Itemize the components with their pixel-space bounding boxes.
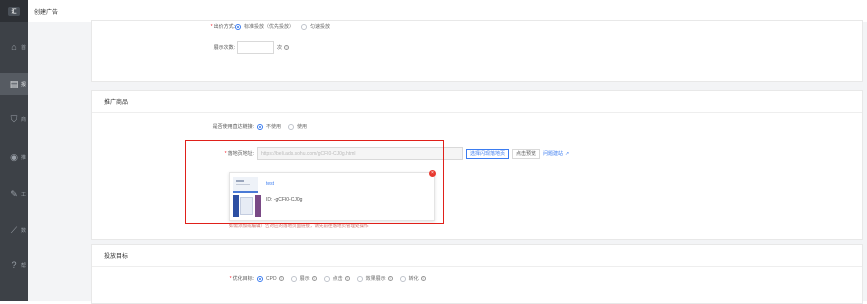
radio-icon bbox=[291, 276, 297, 282]
recreate-link[interactable]: 问题建站 bbox=[543, 150, 563, 157]
use-link-option-no[interactable]: 不使用 bbox=[257, 123, 281, 130]
tool-icon: ✎ bbox=[9, 189, 19, 199]
radio-icon bbox=[324, 276, 330, 282]
top-bar: 创建广告 bbox=[28, 0, 867, 22]
home-icon: ⌂ bbox=[9, 42, 19, 52]
target-card: 投放目标 bbox=[91, 244, 863, 304]
target-section-title: 投放目标 bbox=[92, 245, 862, 267]
radio-checked-icon bbox=[257, 276, 263, 282]
radio-icon bbox=[357, 276, 363, 282]
help-icon[interactable]: ? bbox=[284, 45, 289, 50]
help-icon[interactable]: ? bbox=[388, 276, 393, 281]
sidebar-item-label: 帮 bbox=[21, 262, 26, 269]
sidebar-item-label: 商 bbox=[21, 116, 26, 123]
cart-icon: ⛉ bbox=[9, 114, 19, 124]
help-icon[interactable]: ? bbox=[279, 276, 284, 281]
sidebar-item-label: 工 bbox=[21, 191, 26, 198]
use-link-label: 是否使用直达链接: bbox=[168, 123, 254, 130]
use-link-option-yes[interactable]: 使用 bbox=[288, 123, 307, 130]
highlight-box bbox=[185, 140, 444, 224]
sidebar-item-goods[interactable]: ⛉商 bbox=[0, 108, 28, 130]
sidebar-item-label: 数 bbox=[21, 227, 26, 234]
display-count-unit: 次 bbox=[277, 44, 282, 51]
billing-option-even[interactable]: 匀速投放 bbox=[301, 23, 330, 30]
help-icon: ? bbox=[9, 260, 19, 270]
sidebar-item-data[interactable]: ⟋数 bbox=[0, 219, 28, 241]
sidebar-item-label: 首 bbox=[21, 44, 26, 51]
radio-icon bbox=[288, 124, 294, 130]
display-count-input[interactable] bbox=[237, 41, 274, 54]
promo-section-title: 推广商品 bbox=[92, 91, 862, 113]
report-icon: ▤ bbox=[9, 79, 19, 89]
display-count-label: 展示次数: bbox=[183, 44, 235, 51]
goal-label: *优化目标: bbox=[188, 275, 254, 282]
external-link-icon[interactable]: ↗ bbox=[565, 151, 569, 157]
display-count-row: 展示次数: 次 ? bbox=[183, 41, 289, 54]
billing-method-row: *出价方式: 标准投放（优先投放） 匀速投放 bbox=[183, 23, 337, 30]
sidebar-header: 汇 bbox=[0, 0, 28, 22]
target-icon: ◉ bbox=[9, 152, 19, 162]
goal-option-display[interactable]: 展示? bbox=[291, 275, 317, 282]
page-title: 创建广告 bbox=[34, 7, 58, 16]
radio-checked-icon bbox=[235, 24, 241, 30]
help-icon[interactable]: ? bbox=[421, 276, 426, 281]
sidebar-item-tools[interactable]: ✎工 bbox=[0, 183, 28, 205]
help-icon[interactable]: ? bbox=[345, 276, 350, 281]
help-icon[interactable]: ? bbox=[312, 276, 317, 281]
sidebar-item-home[interactable]: ⌂首 bbox=[0, 36, 28, 58]
preview-button[interactable]: 点击预览 bbox=[512, 149, 540, 159]
radio-icon bbox=[301, 24, 307, 30]
radio-checked-icon bbox=[257, 124, 263, 130]
sidebar: 汇 ⌂首 ▤报 ⛉商 ◉推 ✎工 ⟋数 ?帮 bbox=[0, 0, 28, 301]
chart-icon: ⟋ bbox=[9, 225, 19, 235]
select-landing-button[interactable]: 选择闪现落地页 bbox=[466, 149, 509, 159]
sidebar-item-label: 报 bbox=[21, 81, 26, 88]
goal-option-click[interactable]: 点击? bbox=[324, 275, 350, 282]
sidebar-item-report[interactable]: ▤报 bbox=[0, 73, 28, 95]
billing-option-standard[interactable]: 标准投放（优先投放） bbox=[235, 23, 294, 30]
billing-method-label: *出价方式: bbox=[183, 23, 235, 30]
use-link-row: 是否使用直达链接: 不使用 使用 bbox=[168, 123, 314, 130]
app-logo: 汇 bbox=[8, 7, 19, 16]
goal-option-effect[interactable]: 效果展示? bbox=[357, 275, 393, 282]
goal-option-cpd[interactable]: CPD? bbox=[257, 276, 284, 282]
goal-option-convert[interactable]: 转化? bbox=[400, 275, 426, 282]
sidebar-item-label: 推 bbox=[21, 154, 26, 161]
sidebar-item-promo[interactable]: ◉推 bbox=[0, 146, 28, 168]
radio-icon bbox=[400, 276, 406, 282]
sidebar-item-help[interactable]: ?帮 bbox=[0, 254, 28, 276]
goal-row: *优化目标: CPD? 展示? 点击? 效果展示? 转化? bbox=[188, 275, 433, 282]
main-content: *出价方式: 标准投放（优先投放） 匀速投放 展示次数: 次 ? 推广商品 是否… bbox=[28, 22, 867, 301]
